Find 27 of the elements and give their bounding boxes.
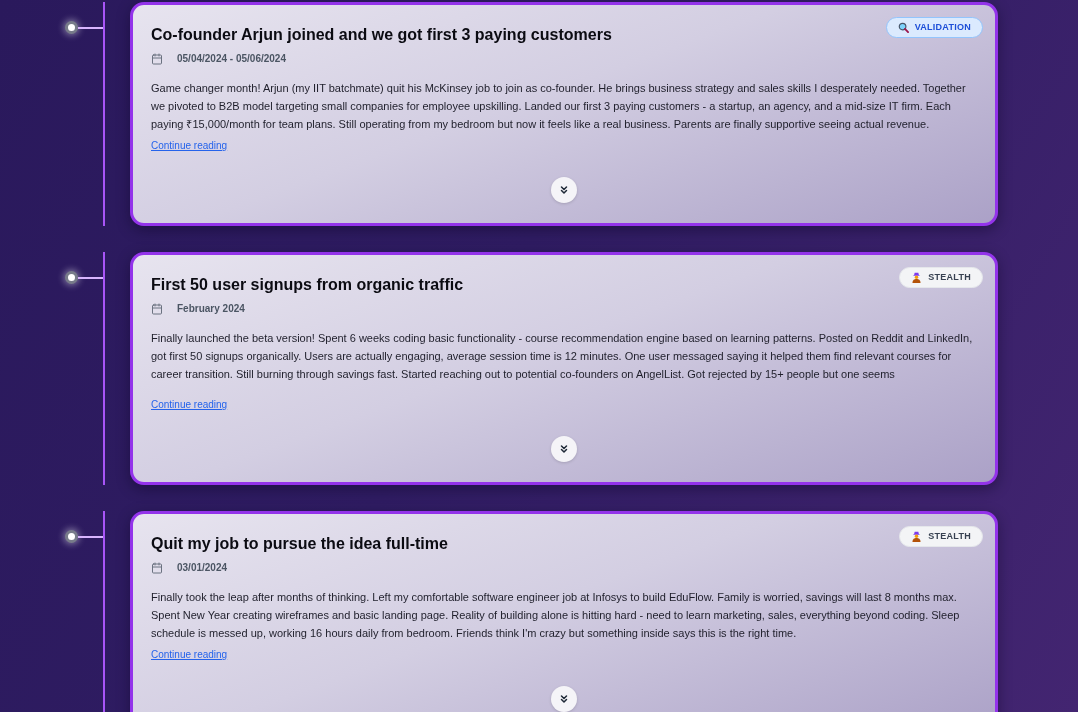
calendar-icon bbox=[151, 562, 163, 574]
stage-label: VALIDATION bbox=[914, 23, 971, 32]
chevrons-down-icon bbox=[558, 693, 570, 705]
person-icon bbox=[911, 531, 923, 542]
continue-reading-link[interactable]: Continue reading bbox=[151, 138, 228, 154]
entry-date: 05/04/2024 - 05/06/2024 bbox=[177, 52, 286, 66]
entry-description: Finally launched the beta version! Spent 6 weeks coding basic functionality - course recommendation engine based on learning patterns. Posted on Reddit and LinkedIn, got first 50 signups organically. Users are actually engaging, average session time is 12 minutes. One user messaged saying it helped them find relevant courses for career transition. Still burning through savings fast. Started reaching out to potential co-founders on AngelList. Got rejected by 15+ people but one seems bbox=[151, 331, 974, 382]
calendar-icon bbox=[151, 53, 163, 65]
stage-label: STEALTH bbox=[928, 273, 971, 282]
entry-date: 03/01/2024 bbox=[177, 561, 228, 575]
entry-date: February 2024 bbox=[177, 302, 245, 316]
expand-button[interactable] bbox=[551, 686, 577, 712]
continue-reading-link[interactable]: Continue reading bbox=[151, 647, 228, 663]
entry-description: Game changer month! Arjun (my IIT batchmate) quit his McKinsey job to join as co-founder. He brings business strategy and sales skills I desperately needed. Together we pivoted to B2B model targeting small companies for employee upskilling. Landed our first 3 paying customers - a startup, an agency, and a mid-size IT firm. Each paying ₹15,000/month for team plans. Still operating from my bedroom but now it feels like a real business. Parents are finally supportive seeing actual revenue. bbox=[151, 81, 967, 132]
expand-button[interactable] bbox=[551, 177, 577, 203]
chevrons-down-icon bbox=[558, 184, 570, 196]
entry-title: First 50 user signups from organic traffic bbox=[151, 275, 464, 295]
search-icon bbox=[897, 22, 909, 33]
continue-reading-link[interactable]: Continue reading bbox=[151, 397, 228, 413]
entry-title: Quit my job to pursue the idea full-time bbox=[151, 534, 448, 554]
person-icon bbox=[911, 272, 923, 283]
calendar-icon bbox=[151, 303, 163, 315]
entry-description: Finally took the leap after months of thinking. Left my comfortable software engineer job at Infosys to build EduFlow. Family is worried, savings will last 8 months max. Spent New Year creating wireframes and basic landing page. Reality of building alone is hitting hard - need to learn marketing, sales, everything beyond coding. Sleep schedule is messed up, working 16 hours daily from bedroom. Friends think I'm crazy but something inside says this is the right time. bbox=[151, 590, 961, 641]
stage-label: STEALTH bbox=[928, 532, 971, 541]
entry-title: Co-founder Arjun joined and we got first 3 paying customers bbox=[151, 25, 612, 45]
expand-button[interactable] bbox=[551, 436, 577, 462]
chevrons-down-icon bbox=[558, 443, 570, 455]
